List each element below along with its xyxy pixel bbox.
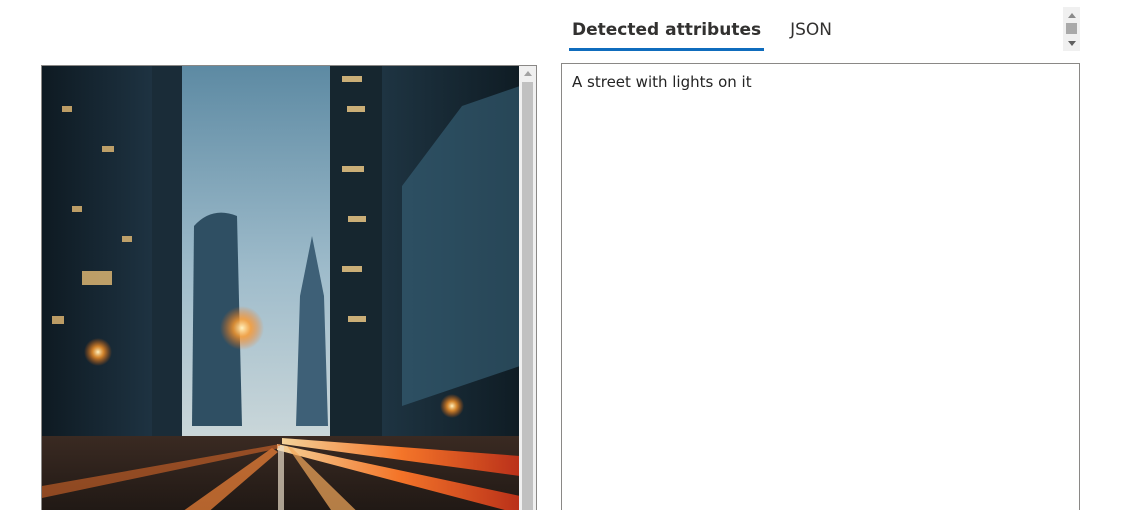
caption-text: A street with lights on it <box>572 73 752 91</box>
scroll-up-icon[interactable] <box>1063 9 1080 21</box>
tab-detected-attributes[interactable]: Detected attributes <box>569 14 765 51</box>
detected-attributes-output[interactable]: A street with lights on it <box>561 63 1080 510</box>
image-analysis-page: Detected attributes JSON A street with l… <box>0 0 1132 510</box>
scroll-up-icon[interactable] <box>519 66 536 80</box>
scroll-thumb[interactable] <box>522 82 533 510</box>
result-tabs: Detected attributes JSON <box>569 14 835 54</box>
tab-json[interactable]: JSON <box>787 14 835 51</box>
tabs-scroll-control[interactable] <box>1063 7 1080 51</box>
image-preview-panel[interactable] <box>41 65 537 510</box>
scroll-down-icon[interactable] <box>1063 37 1080 49</box>
image-preview <box>42 66 520 510</box>
image-panel-scrollbar[interactable] <box>519 66 536 510</box>
scroll-thumb[interactable] <box>1066 23 1077 34</box>
